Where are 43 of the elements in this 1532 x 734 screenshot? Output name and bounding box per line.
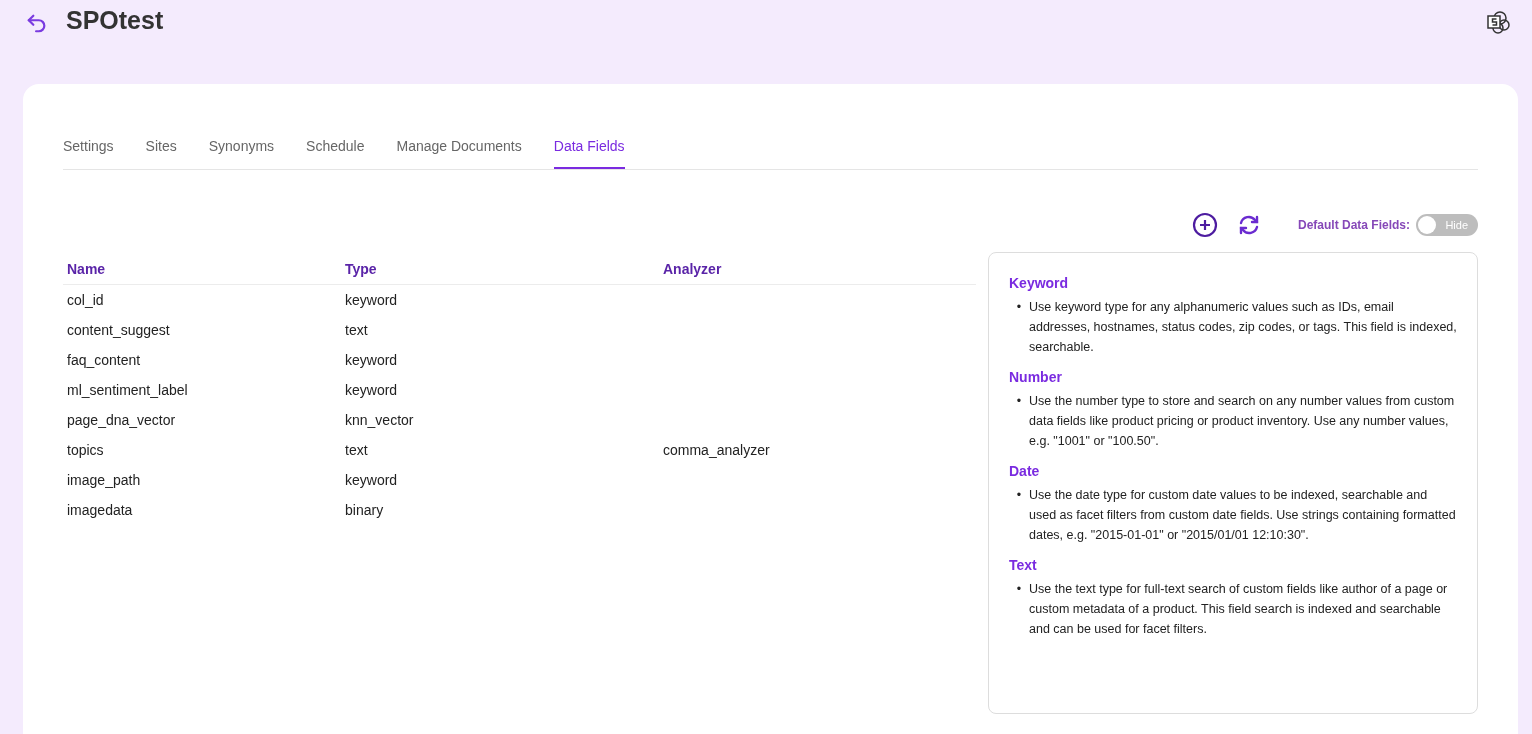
tab[interactable]: Settings — [63, 138, 114, 169]
column-header: Type — [345, 261, 378, 277]
tab[interactable]: Synonyms — [208, 138, 275, 169]
table-cell-text: imagedata — [67, 502, 134, 518]
table-cell-text: ml_sentiment_label — [67, 382, 189, 398]
table-cell-text: text — [345, 322, 369, 338]
column-header: Name — [67, 261, 107, 277]
table-cell-text: keyword — [345, 472, 399, 488]
table-cell-text: content_suggest — [67, 322, 171, 338]
help-heading: Number — [1009, 369, 1063, 385]
add-icon[interactable] — [1191, 212, 1218, 238]
tab[interactable]: Schedule — [306, 138, 365, 169]
table-cell-text: binary — [345, 502, 385, 518]
table-cell-text: keyword — [345, 352, 399, 368]
help-text: Use the date type for custom date values to be indexed, searchable and used as facet filters from custom date fields. Use strings containing formatted dates, e.g. "2015-01-01" or "2015/01/01 12:10:30". — [1029, 487, 1457, 544]
tab[interactable]: Sites — [145, 138, 177, 169]
table-cell-text: topics — [67, 442, 105, 458]
bullet: • — [1015, 299, 1023, 316]
table-cell-text: faq_content — [67, 352, 142, 368]
table-cell-text: text — [345, 442, 369, 458]
tab[interactable]: Data Fields — [553, 138, 625, 169]
help-text: Use keyword type for any alphanumeric values such as IDs, email addresses, hostnames, status codes, zip codes, or tags. This field is indexed, searchable. — [1029, 299, 1457, 356]
bullet: • — [1015, 487, 1023, 504]
table-cell-text: keyword — [345, 292, 399, 308]
column-header: Analyzer — [663, 261, 723, 277]
help-text: Use the number type to store and search on any number values from custom data fields like product pricing or product inventory. Use any number values, e.g. "1001" or "100.50". — [1029, 393, 1456, 450]
toggle-label: Default Data Fields: — [1297, 218, 1410, 232]
help-text: Use the text type for full-text search of custom fields like author of a page or custom metadata of a product. This field search is indexed and searchable and can be used for facet filters. — [1029, 581, 1449, 638]
back-icon[interactable] — [26, 12, 48, 34]
table-cell-text: keyword — [345, 382, 399, 398]
table-cell-text: image_path — [67, 472, 142, 488]
table-cell-text: knn_vector — [345, 412, 415, 428]
bullet: • — [1015, 393, 1023, 410]
table-cell-text: col_id — [67, 292, 105, 308]
page-title: SPOtest — [66, 6, 165, 35]
tab[interactable]: Manage Documents — [396, 138, 522, 169]
help-heading: Keyword — [1009, 275, 1070, 291]
table-cell-text: comma_analyzer — [663, 442, 771, 458]
app-logo-icon[interactable] — [1484, 8, 1512, 36]
help-heading: Date — [1009, 463, 1041, 479]
table-cell-text: page_dna_vector — [67, 412, 177, 428]
help-heading: Text — [1009, 557, 1038, 573]
bullet: • — [1015, 581, 1023, 598]
